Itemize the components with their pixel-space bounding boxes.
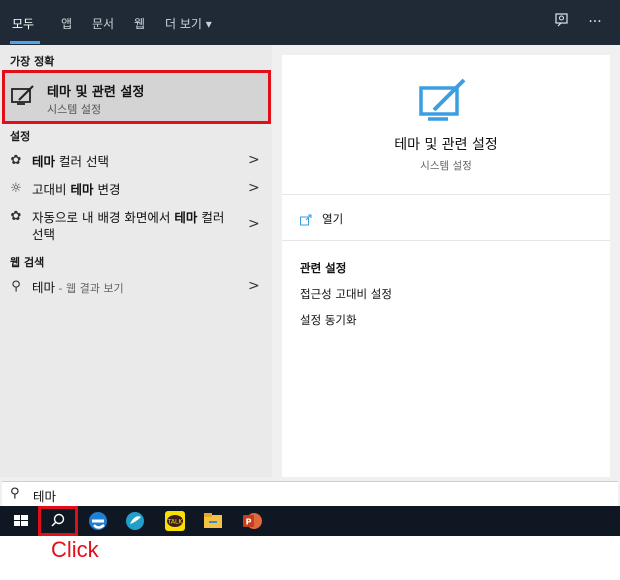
start-search-window: 모두 앱 문서 웹 더 보기 ▾ ··· 가장 정확 테마 및 관련 설정 시스… bbox=[0, 0, 620, 536]
tab-more-label: 더 보기 bbox=[165, 17, 202, 31]
palette-icon: ✿ bbox=[10, 209, 22, 224]
best-match-subtitle: 시스템 설정 bbox=[47, 103, 102, 116]
divider bbox=[282, 194, 610, 195]
file-explorer-icon[interactable] bbox=[200, 508, 226, 534]
divider bbox=[282, 240, 610, 241]
detail-panel: 테마 및 관련 설정 시스템 설정 열기 관련 설정 접근성 고대비 설정 설정… bbox=[282, 55, 610, 477]
theme-paint-icon bbox=[11, 84, 37, 110]
chevron-right-icon: > bbox=[248, 152, 260, 168]
item-text-pre: 고대비 bbox=[32, 182, 71, 197]
svg-text:P: P bbox=[246, 518, 252, 527]
settings-item-high-contrast[interactable]: ☼ 고대비 테마 변경 > bbox=[0, 180, 272, 200]
related-link-high-contrast[interactable]: 접근성 고대비 설정 bbox=[300, 286, 392, 302]
palette-icon: ✿ bbox=[10, 153, 22, 168]
item-text: 컬러 선택 bbox=[55, 154, 109, 169]
web-search-header: 웹 검색 bbox=[10, 256, 45, 269]
detail-title: 테마 및 관련 설정 bbox=[394, 137, 498, 153]
tab-more[interactable]: 더 보기 ▾ bbox=[165, 15, 212, 32]
item-text: 변경 bbox=[93, 182, 121, 197]
detail-subtitle: 시스템 설정 bbox=[420, 160, 472, 172]
tab-all[interactable]: 모두 bbox=[12, 15, 34, 32]
match-term: 테마 bbox=[32, 154, 56, 169]
web-suffix: - 웹 결과 보기 bbox=[55, 282, 124, 295]
feedback-icon[interactable] bbox=[552, 12, 572, 32]
windows-start-icon[interactable] bbox=[8, 508, 34, 534]
tab-apps[interactable]: 앱 bbox=[61, 15, 72, 32]
search-input[interactable]: 테마 bbox=[33, 486, 56, 505]
chevron-down-icon: ▾ bbox=[205, 17, 212, 31]
svg-text:TALK: TALK bbox=[167, 519, 184, 526]
click-highlight-box bbox=[38, 506, 78, 536]
settings-item-theme-color[interactable]: ✿ 테마 컬러 선택 > bbox=[0, 152, 272, 172]
related-settings-header: 관련 설정 bbox=[300, 261, 347, 275]
powerpoint-icon[interactable]: P bbox=[239, 508, 265, 534]
taskbar: TALK P bbox=[0, 506, 620, 536]
kakaotalk-icon[interactable]: TALK bbox=[162, 508, 188, 534]
search-tab-bar: 모두 앱 문서 웹 더 보기 ▾ ··· bbox=[0, 0, 620, 45]
click-annotation: Click bbox=[51, 537, 99, 562]
best-match-item[interactable]: 테마 및 관련 설정 시스템 설정 bbox=[2, 70, 271, 124]
active-tab-indicator bbox=[10, 41, 40, 44]
search-icon: ⚲ bbox=[10, 486, 20, 501]
settings-item-auto-accent[interactable]: ✿ 자동으로 내 배경 화면에서 테마 컬러 선택 > bbox=[0, 208, 272, 244]
more-icon[interactable]: ··· bbox=[585, 12, 605, 32]
related-link-sync[interactable]: 설정 동기화 bbox=[300, 312, 357, 328]
best-match-header: 가장 정확 bbox=[10, 55, 55, 68]
brightness-icon: ☼ bbox=[10, 181, 22, 196]
match-term: 테마 bbox=[174, 210, 198, 225]
search-box[interactable]: ⚲ 테마 bbox=[2, 481, 618, 507]
search-icon: ⚲ bbox=[11, 279, 21, 294]
chevron-right-icon: > bbox=[248, 180, 260, 196]
open-label: 열기 bbox=[322, 212, 344, 226]
web-search-item[interactable]: ⚲ 테마 - 웹 결과 보기 > bbox=[0, 278, 272, 298]
open-icon bbox=[300, 211, 312, 230]
web-query: 테마 bbox=[32, 280, 56, 295]
tab-documents[interactable]: 문서 bbox=[92, 15, 114, 32]
match-term: 테마 bbox=[70, 182, 94, 197]
app-icon[interactable] bbox=[122, 508, 148, 534]
item-text-pre: 자동으로 내 배경 화면에서 bbox=[32, 210, 175, 225]
edge-icon[interactable] bbox=[85, 508, 111, 534]
chevron-right-icon: > bbox=[248, 278, 260, 294]
open-action[interactable]: 열기 bbox=[300, 211, 540, 231]
best-match-title: 테마 및 관련 설정 bbox=[47, 85, 145, 100]
settings-header: 설정 bbox=[10, 130, 31, 143]
chevron-right-icon: > bbox=[248, 216, 260, 232]
tab-web[interactable]: 웹 bbox=[134, 15, 145, 32]
theme-paint-icon bbox=[418, 76, 474, 122]
